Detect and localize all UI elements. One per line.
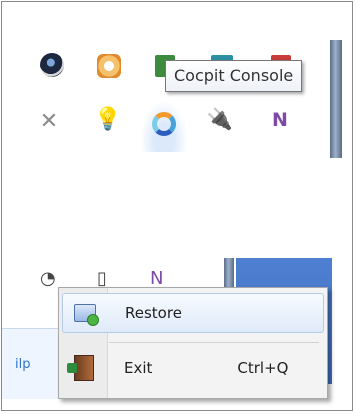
- menu-separator: [109, 342, 319, 343]
- clock-app-icon[interactable]: [96, 53, 122, 79]
- context-menu: Restore Exit Ctrl+Q: [58, 287, 328, 399]
- exit-icon-wrap: [62, 355, 106, 381]
- speaker-app-icon[interactable]: [39, 52, 65, 78]
- partial-onenote-icon[interactable]: N: [150, 268, 163, 289]
- exit-icon: [67, 355, 94, 381]
- speaker-icon: [40, 53, 64, 77]
- restore-icon: [74, 304, 99, 326]
- usb-check-icon[interactable]: 🔌: [207, 106, 233, 132]
- menu-item-exit[interactable]: Exit Ctrl+Q: [62, 349, 322, 387]
- onenote-clip-icon[interactable]: N: [267, 107, 293, 133]
- tooltip-cocpit-console: Cocpit Console: [165, 60, 303, 92]
- cocpit-ring-glyph-icon: [152, 112, 176, 136]
- cocpit-ring-icon[interactable]: [151, 111, 177, 137]
- menu-item-restore[interactable]: Restore: [62, 293, 324, 333]
- exit-label: Exit: [124, 359, 153, 377]
- restore-label: Restore: [125, 304, 182, 322]
- partial-usb-icon[interactable]: ▯: [97, 268, 107, 289]
- bulb-icon[interactable]: 💡: [94, 106, 121, 132]
- clock-icon: [97, 54, 121, 78]
- restore-icon-wrap: [63, 304, 107, 326]
- partial-ring-icon[interactable]: ◔: [40, 268, 56, 289]
- tray-edge-top: [330, 40, 342, 158]
- mute-icon[interactable]: ✕: [36, 108, 62, 134]
- partial-background-text: ilp: [15, 357, 31, 372]
- exit-shortcut: Ctrl+Q: [237, 359, 289, 377]
